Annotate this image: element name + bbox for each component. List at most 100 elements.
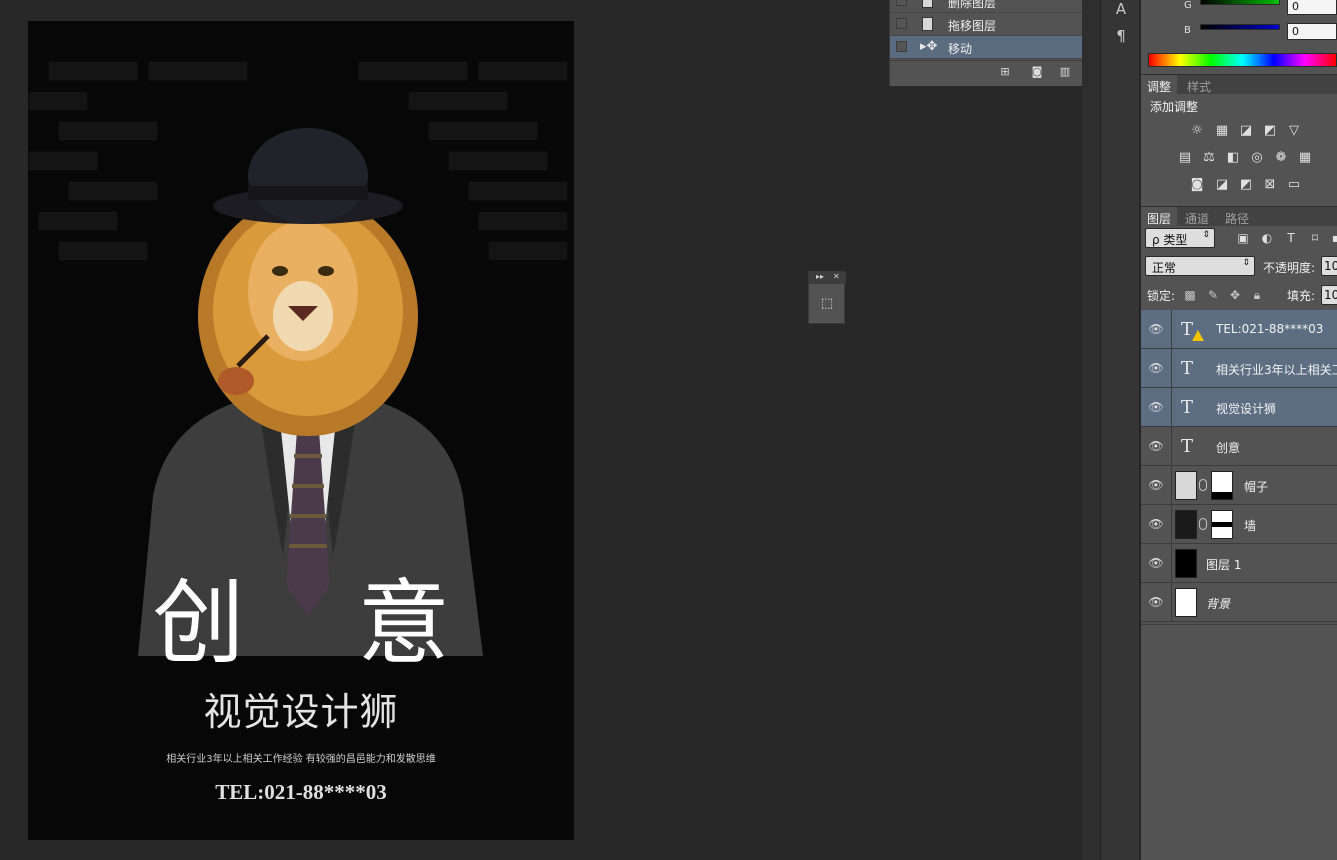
layer-mask-thumbnail[interactable] — [1211, 510, 1233, 539]
visibility-eye-icon[interactable]: 👁︎ — [1141, 544, 1172, 583]
tab-paths[interactable]: 路径 — [1219, 207, 1255, 227]
blue-value-input[interactable]: 0 — [1287, 23, 1337, 40]
layer-filter-select[interactable]: ρ 类型 ⇕ — [1145, 228, 1215, 248]
layer-name[interactable]: 帽子 — [1244, 478, 1268, 495]
close-icon[interactable]: ✕ — [833, 272, 840, 281]
history-item[interactable]: 拖移图层 — [890, 13, 1084, 36]
layer-name[interactable]: 墙 — [1244, 517, 1256, 534]
selective-color-icon[interactable]: ⊠ — [1262, 178, 1278, 192]
curves-icon[interactable]: ◪ — [1238, 124, 1254, 138]
tab-adjustments[interactable]: 调整 — [1141, 75, 1178, 95]
layer-row[interactable]: 👁︎ 图层 1 — [1141, 544, 1337, 583]
snapshot-checkbox[interactable] — [896, 18, 907, 29]
layer-row[interactable]: 👁︎ T 视觉设计狮 — [1141, 388, 1337, 427]
layers-tabs: 图层 通道 路径 — [1141, 206, 1337, 227]
invert-icon[interactable]: ◙ — [1189, 178, 1205, 192]
collapsed-panel-header[interactable]: ▸▸ ✕ — [809, 272, 846, 284]
snapshot-checkbox[interactable] — [896, 0, 907, 6]
green-value-input[interactable]: 0 — [1287, 0, 1337, 15]
black-white-icon[interactable]: ◧ — [1225, 151, 1241, 165]
fill-label: 填充: — [1287, 289, 1316, 303]
visibility-eye-icon[interactable]: 👁︎ — [1141, 349, 1172, 388]
adjustment-layer-filter-icon[interactable]: ◐ — [1260, 231, 1274, 245]
layer-mask-thumbnail[interactable] — [1211, 471, 1233, 500]
layers-empty-area[interactable] — [1141, 624, 1337, 860]
tab-channels[interactable]: 通道 — [1179, 207, 1215, 227]
vibrance-icon[interactable]: ▽ — [1286, 124, 1302, 138]
exposure-icon[interactable]: ◩ — [1262, 124, 1278, 138]
paragraph-icon[interactable]: ¶ — [1112, 27, 1130, 45]
document-icon — [922, 0, 933, 8]
layer-row[interactable]: 👁︎ 背景 — [1141, 583, 1337, 622]
visibility-eye-icon[interactable]: 👁︎ — [1141, 505, 1172, 544]
canvas-workspace[interactable]: 创 意 视觉设计狮 相关行业3年以上相关工作经验 有较强的昌邑能力和发散思维 T… — [0, 0, 1082, 860]
threshold-icon[interactable]: ◩ — [1238, 178, 1254, 192]
camera-icon[interactable]: ◙ — [1030, 66, 1044, 78]
gradient-map-icon[interactable]: ▭ — [1286, 178, 1302, 192]
shape-layer-filter-icon[interactable]: ⌑ — [1308, 231, 1322, 245]
wall-brick — [38, 211, 118, 231]
layer-name[interactable]: 相关行业3年以上相关工 — [1216, 361, 1337, 378]
tab-layers[interactable]: 图层 — [1141, 207, 1178, 227]
character-icon[interactable]: A — [1112, 0, 1130, 18]
layer-row[interactable]: 👁︎ T 相关行业3年以上相关工 — [1141, 349, 1337, 388]
history-item-selected[interactable]: ▸✥ 移动 — [890, 36, 1084, 59]
layer-row[interactable]: 👁︎ 帽子 — [1141, 466, 1337, 505]
blend-mode-select[interactable]: 正常 ⇕ — [1145, 256, 1255, 276]
layer-name[interactable]: 视觉设计狮 — [1216, 400, 1276, 417]
levels-icon[interactable]: ▦ — [1214, 124, 1230, 138]
layer-thumbnail — [1175, 549, 1197, 578]
visibility-eye-icon[interactable]: 👁︎ — [1141, 310, 1172, 349]
history-panel: 删除图层 拖移图层 ▸✥ 移动 ⊞ ◙ ▥ — [889, 0, 1101, 86]
smart-object-filter-icon[interactable]: ▪ — [1329, 231, 1337, 245]
poster-canvas[interactable]: 创 意 视觉设计狮 相关行业3年以上相关工作经验 有较强的昌邑能力和发散思维 T… — [28, 21, 574, 840]
snapshot-checkbox[interactable] — [896, 41, 907, 52]
3d-box-icon[interactable]: ⬚ — [819, 296, 835, 312]
layer-name[interactable]: 图层 1 — [1206, 556, 1241, 573]
pixel-layer-filter-icon[interactable]: ▣ — [1236, 231, 1250, 245]
posterize-icon[interactable]: ◪ — [1214, 178, 1230, 192]
lock-all-icon[interactable]: 🔒︎ — [1250, 288, 1264, 302]
history-item-label: 拖移图层 — [948, 19, 997, 33]
green-slider[interactable] — [1200, 0, 1280, 5]
color-lookup-icon[interactable]: ▦ — [1297, 151, 1313, 165]
updown-arrow-icon: ⇕ — [1202, 230, 1210, 240]
adjustments-tabs: 调整 样式 — [1141, 74, 1337, 95]
history-footer: ⊞ ◙ ▥ — [890, 60, 1101, 86]
opacity-input[interactable]: 100 — [1321, 256, 1337, 276]
document-icon — [922, 17, 933, 31]
layer-row[interactable]: 👁︎ T TEL:021-88****03 — [1141, 310, 1337, 349]
layer-name[interactable]: TEL:021-88****03 — [1216, 322, 1323, 336]
visibility-eye-icon[interactable]: 👁︎ — [1141, 583, 1172, 622]
tab-styles[interactable]: 样式 — [1181, 75, 1217, 95]
lock-position-icon[interactable]: ✥ — [1228, 288, 1242, 302]
link-chain-icon[interactable] — [1199, 479, 1207, 491]
history-item[interactable]: 删除图层 — [890, 0, 1084, 13]
layer-row[interactable]: 👁︎ T 创意 — [1141, 427, 1337, 466]
channel-mixer-icon[interactable]: ❁ — [1273, 151, 1289, 165]
link-chain-icon[interactable] — [1199, 518, 1207, 530]
panel-dock-gutter — [1082, 0, 1100, 860]
fill-input[interactable]: 100 — [1321, 285, 1337, 305]
hue-saturation-icon[interactable]: ▤ — [1177, 151, 1193, 165]
right-panels: G 0 B 0 调整 样式 添加调整 ☼ ▦ ◪ ◩ ▽ ▤ ⚖ ◧ ◎ ❁ ▦… — [1141, 0, 1337, 860]
layer-name[interactable]: 创意 — [1216, 439, 1240, 456]
lock-transparent-pixels-icon[interactable]: ▩ — [1183, 288, 1197, 302]
visibility-eye-icon[interactable]: 👁︎ — [1141, 427, 1172, 466]
expand-icon[interactable]: ▸▸ — [816, 272, 824, 281]
layer-row[interactable]: 👁︎ 墙 — [1141, 505, 1337, 544]
type-layer-filter-icon[interactable]: T — [1284, 231, 1298, 245]
color-balance-icon[interactable]: ⚖ — [1201, 151, 1217, 165]
collapsed-panel[interactable]: ▸▸ ✕ ⬚ — [808, 271, 846, 324]
blue-slider[interactable] — [1200, 24, 1280, 30]
lock-image-pixels-icon[interactable]: ✎ — [1206, 288, 1220, 302]
brightness-icon[interactable]: ☼ — [1189, 124, 1205, 138]
wall-brick — [48, 61, 138, 81]
new-snapshot-icon[interactable]: ⊞ — [998, 66, 1012, 78]
color-spectrum[interactable] — [1148, 53, 1337, 67]
visibility-eye-icon[interactable]: 👁︎ — [1141, 466, 1172, 505]
photo-filter-icon[interactable]: ◎ — [1249, 151, 1265, 165]
layer-name[interactable]: 背景 — [1206, 595, 1230, 612]
trash-icon[interactable]: ▥ — [1058, 66, 1072, 78]
visibility-eye-icon[interactable]: 👁︎ — [1141, 388, 1172, 427]
